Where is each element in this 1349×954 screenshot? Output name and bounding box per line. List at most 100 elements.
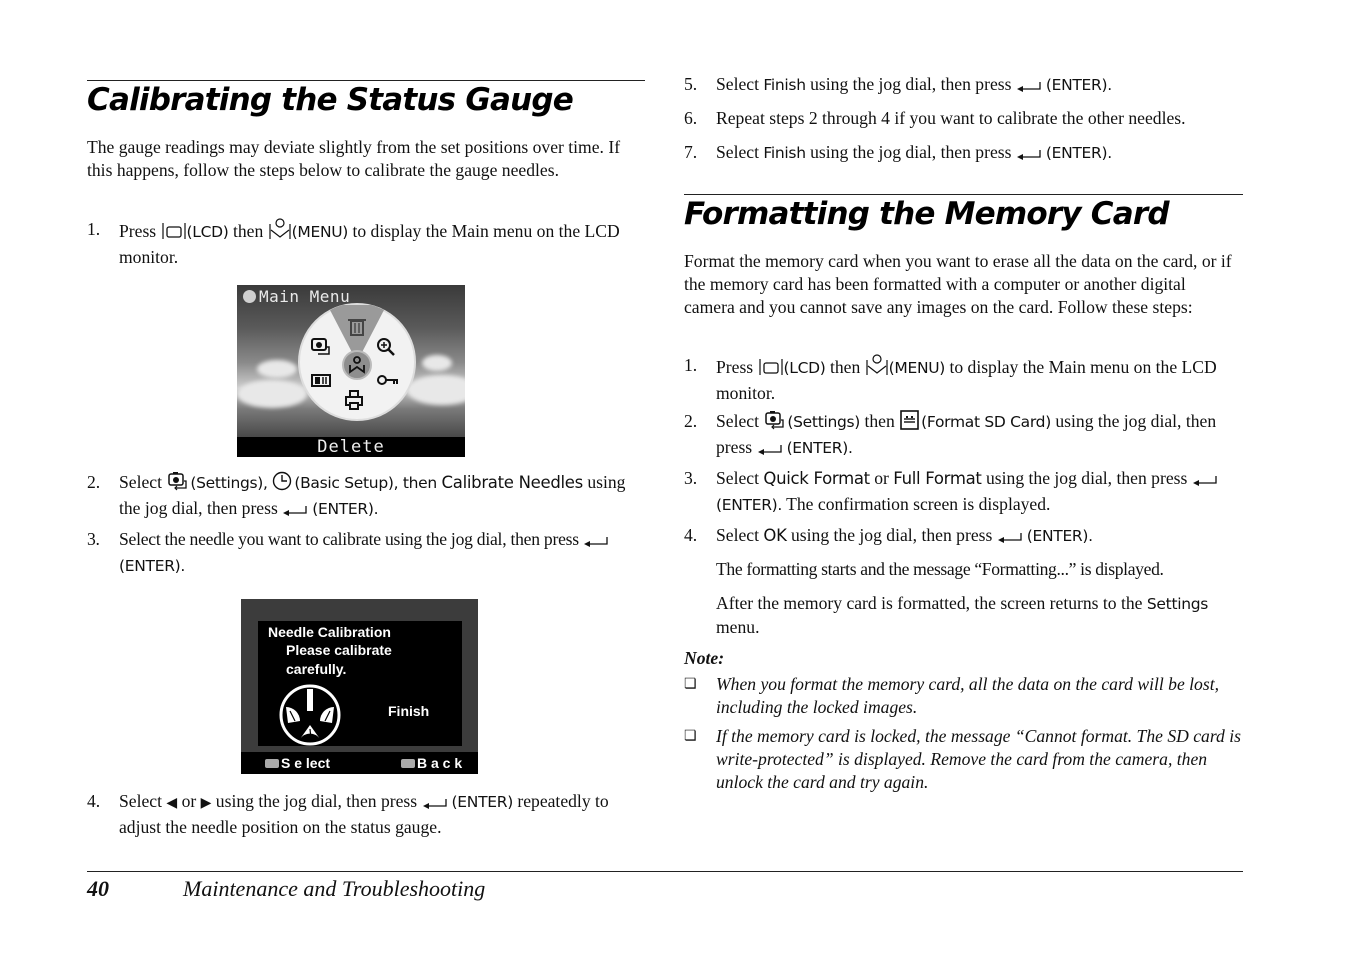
ui-label: (ENTER).: [312, 500, 379, 518]
back-label: B a c k: [417, 755, 463, 771]
checkbox-bullet-icon: ❏: [684, 729, 697, 744]
para-text: After the memory card is formatted, the …: [716, 593, 1147, 613]
ui-label: (ENTER).: [1045, 144, 1112, 162]
lcd-button-icon: [758, 358, 784, 382]
step-text: Select the needle you want to calibrate …: [119, 529, 583, 549]
step-number: 6.: [684, 108, 698, 128]
heading-rule-left: [87, 80, 645, 81]
step-number: 3.: [87, 529, 100, 549]
step-number: 3.: [684, 468, 698, 488]
enter-icon: [282, 500, 312, 523]
step-number: 2.: [684, 411, 698, 431]
step-text: then: [825, 357, 865, 377]
needle-calibration-title: Needle Calibration: [268, 624, 391, 640]
ui-label: (ENTER).: [1026, 527, 1093, 545]
settings-icon: [166, 471, 190, 497]
enter-icon: [1016, 144, 1046, 167]
footer-rule: [87, 871, 1243, 872]
step-text: The confirmation screen is displayed.: [782, 494, 1051, 514]
footer-section-title: Maintenance and Troubleshooting: [183, 876, 486, 901]
step-text: using the jog dial, then press: [786, 525, 997, 545]
key-icon: [377, 375, 398, 385]
format-sd-card-icon: [899, 410, 921, 436]
album-icon: [311, 374, 331, 387]
step-number: 7.: [684, 142, 698, 162]
note-title: Note:: [684, 648, 725, 668]
ui-label: (Basic Setup), then: [294, 474, 442, 492]
step-text: then: [860, 411, 900, 431]
ui-label: (LCD): [783, 359, 826, 377]
menu-dial: [298, 303, 416, 421]
formatting-message-para: The formatting starts and the message “F…: [716, 559, 1164, 579]
step-text: using the jog dial, then press: [211, 791, 422, 811]
step-text: using the jog dial, then press: [805, 74, 1016, 94]
enter-icon: [997, 527, 1027, 550]
right-arrow-icon: ▶: [200, 796, 212, 811]
ui-label: (Settings),: [190, 474, 273, 492]
needle-calibration-line3: carefully.: [286, 661, 347, 677]
step-number: 4.: [87, 791, 101, 811]
step-text: or: [177, 791, 201, 811]
step-text: Select: [716, 411, 764, 431]
step-text: using the jog dial, then press: [805, 142, 1016, 162]
ui-label: Settings: [1146, 595, 1209, 613]
step-text: Select: [119, 791, 167, 811]
needle-calibration-line2: Please calibrate: [286, 642, 392, 658]
step-text: Select: [716, 142, 764, 162]
step-text: or: [869, 468, 894, 488]
select-label: S e lect: [281, 755, 331, 771]
ui-label: (MENU): [291, 223, 349, 241]
lcd-button-icon: [161, 222, 187, 246]
finish-option[interactable]: Finish: [388, 703, 429, 719]
checkbox-bullet-icon: ❏: [684, 677, 697, 692]
step-text: Select: [716, 74, 764, 94]
enter-icon: [1016, 76, 1046, 99]
lcd-needle-calibration-screenshot: Needle Calibration Please calibrate care…: [241, 599, 478, 774]
ui-label: Finish: [763, 76, 806, 94]
select-button[interactable]: S e lect: [265, 755, 330, 771]
clock-icon: [272, 471, 294, 497]
ui-label: (ENTER).: [786, 439, 853, 457]
menu-center-icon: [342, 350, 372, 380]
back-key-icon: [401, 759, 415, 768]
lcd-needle-panel: Needle Calibration Please calibrate care…: [258, 621, 462, 746]
step-number: 4.: [684, 525, 698, 545]
lcd-button-bar: S e lect B a c k: [241, 752, 478, 774]
main-menu-title: Main Menu: [259, 287, 351, 306]
page-number: 40: [87, 876, 109, 901]
step-text: Repeat steps 2 through 4 if you want to …: [716, 108, 1186, 128]
intro-formatting: Format the memory card when you want to …: [684, 251, 1232, 317]
step-text: Press: [716, 357, 758, 377]
ui-label: (Settings): [787, 413, 861, 431]
enter-icon: [1192, 470, 1222, 493]
step-text: then: [228, 221, 268, 241]
step-text: Select: [716, 468, 764, 488]
menu-button-icon: [865, 354, 889, 382]
note-text: If the memory card is locked, the messag…: [716, 726, 1241, 792]
menu-button-icon: [268, 218, 292, 246]
enter-key-icon: [265, 759, 279, 768]
enter-icon: [422, 793, 452, 816]
ui-label: (LCD): [186, 223, 229, 241]
ui-label: OK: [763, 526, 787, 545]
ui-label: (ENTER): [451, 793, 514, 811]
ui-label: (ENTER).: [1045, 76, 1112, 94]
lcd-main-menu-screenshot: Main Menu Delete: [237, 285, 465, 457]
step-text: Press: [119, 221, 161, 241]
heading-formatting: Formatting the Memory Card: [684, 196, 1170, 232]
main-menu-title-icon: [243, 290, 256, 303]
back-button[interactable]: B a c k: [401, 755, 462, 771]
step-number: 2.: [87, 472, 101, 492]
ui-label: (ENTER).: [716, 496, 783, 514]
ui-label: Finish: [763, 144, 806, 162]
enter-icon: [583, 531, 613, 554]
para-text: menu.: [716, 617, 760, 637]
note-text: When you format the memory card, all the…: [716, 674, 1219, 717]
heading-calibrating: Calibrating the Status Gauge: [87, 82, 574, 118]
step-number: 1.: [87, 219, 101, 239]
ui-label: (ENTER).: [119, 557, 186, 575]
step-number: 5.: [684, 74, 698, 94]
ui-label: Quick Format: [763, 469, 870, 488]
ui-label: Calibrate Needles: [441, 473, 584, 492]
zoom-icon: [377, 338, 395, 356]
